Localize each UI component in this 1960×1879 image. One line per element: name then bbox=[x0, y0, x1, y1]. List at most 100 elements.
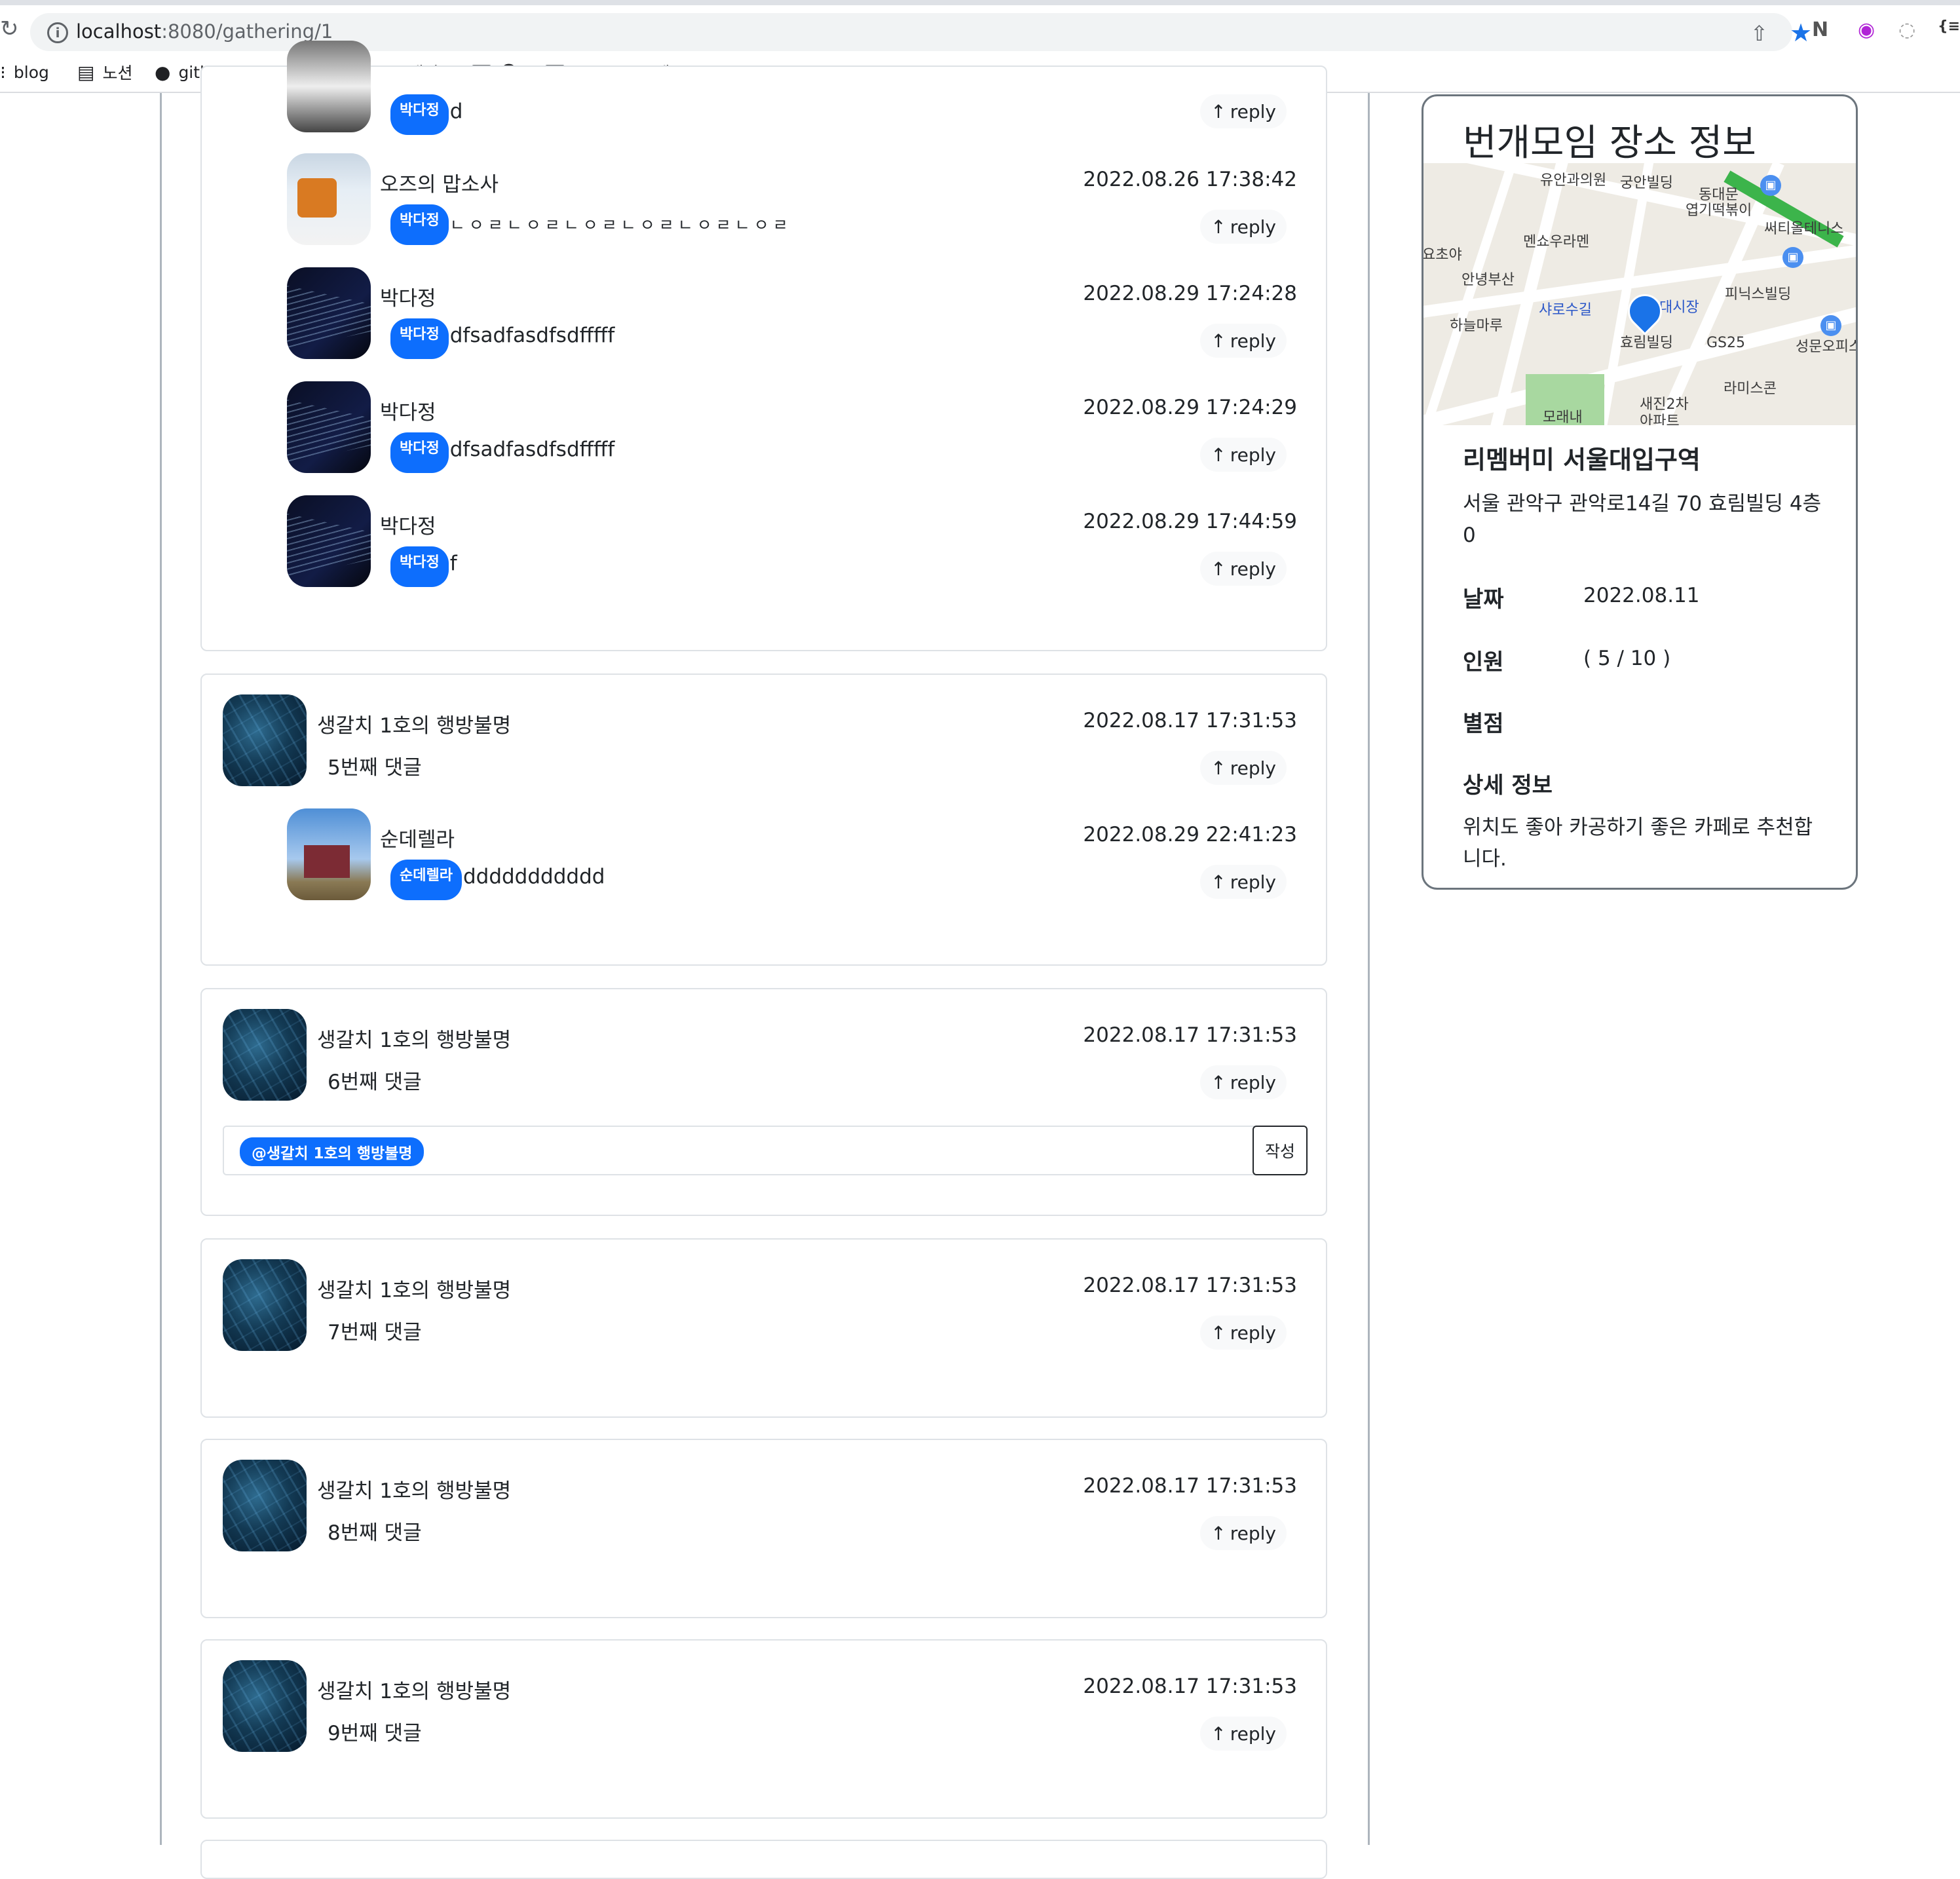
people-label: 인원 bbox=[1463, 649, 1504, 675]
bookmark-star-icon[interactable]: ★ bbox=[1790, 18, 1812, 47]
reload-icon[interactable]: ↻ bbox=[0, 16, 19, 42]
author-name: 생갈치 1호의 행방불명 bbox=[317, 1029, 512, 1052]
avatar bbox=[287, 808, 371, 900]
comment-time: 2022.08.17 17:31:53 bbox=[1083, 1675, 1297, 1698]
reply-button[interactable]: ↑ reply bbox=[1200, 1316, 1287, 1350]
author-name: 박다정 bbox=[380, 515, 436, 539]
author-name: 오즈의 맙소사 bbox=[380, 173, 499, 197]
comment-time: 2022.08.29 17:24:29 bbox=[1083, 396, 1297, 419]
site-info-icon[interactable]: i bbox=[47, 22, 68, 43]
mention-badge[interactable]: 박다정 bbox=[390, 432, 449, 473]
comment-time: 2022.08.17 17:31:53 bbox=[1083, 1474, 1297, 1498]
comment-text: 8번째 댓글 bbox=[328, 1521, 422, 1545]
comment-time: 2022.08.17 17:31:53 bbox=[1083, 709, 1297, 732]
comment-item: 생갈치 1호의 행방불명 2022.08.17 17:31:53 6번째 댓글 … bbox=[202, 1009, 1329, 1114]
people-value: ( 5 / 10 ) bbox=[1583, 647, 1671, 670]
tab-strip-edge bbox=[0, 0, 1960, 5]
mention-badge[interactable]: 박다정 bbox=[390, 204, 449, 245]
reply-button[interactable]: ↑ reply bbox=[1200, 751, 1287, 785]
bookmark-blog[interactable]: ⁝ blog bbox=[0, 59, 49, 85]
extension-purple-icon[interactable]: ◉ bbox=[1858, 18, 1875, 41]
map-label: 라미스콘 bbox=[1724, 381, 1777, 397]
map-label: GS25 bbox=[1706, 335, 1746, 351]
map-label: 안녕부산 bbox=[1461, 272, 1515, 288]
avatar bbox=[287, 495, 371, 587]
map-label: 하늘마루 bbox=[1450, 318, 1503, 334]
extension-face-icon[interactable]: ◌ bbox=[1898, 18, 1915, 41]
mention-tag[interactable]: @생갈치 1호의 행방불명 bbox=[240, 1137, 424, 1166]
comment-item: 생갈치 1호의 행방불명 2022.08.17 17:31:53 8번째 댓글 … bbox=[202, 1460, 1329, 1565]
bookmark-notion[interactable]: ▤ 노션 bbox=[77, 59, 132, 85]
apps-icon: ⁝ bbox=[0, 61, 6, 83]
mention-badge[interactable]: 순데렐라 bbox=[390, 860, 462, 900]
reply-button[interactable]: ↑ reply bbox=[1200, 1065, 1287, 1099]
reply-item: 순데렐라 2022.08.29 22:41:23 순데렐라 dddddddddd… bbox=[202, 808, 1329, 913]
reply-button[interactable]: ↑ reply bbox=[1200, 552, 1287, 586]
place-address: 서울 관악구 관악로14길 70 효림빌딩 4층 0 bbox=[1463, 492, 1822, 547]
map[interactable]: 유안과의원 궁안빌딩 동대문 엽기떡볶이 써티올테니스 멘쇼우라멘 요초야 안녕… bbox=[1423, 163, 1856, 425]
comment-text: dfsadfasdfsdfffff bbox=[449, 324, 615, 347]
comment-text: f bbox=[449, 552, 457, 575]
rating-label: 별점 bbox=[1463, 711, 1504, 737]
comment-text: dfsadfasdfsdfffff bbox=[449, 438, 615, 461]
comment-card: 생갈치 1호의 행방불명 2022.08.17 17:31:53 8번째 댓글 … bbox=[200, 1439, 1327, 1618]
bus-stop-icon: ▣ bbox=[1760, 175, 1781, 196]
comment-card: 생갈치 1호의 행방불명 2022.08.17 17:31:53 5번째 댓글 … bbox=[200, 674, 1327, 966]
comment-text: d bbox=[449, 100, 463, 123]
url-text[interactable]: localhost:8080/gathering/1 bbox=[76, 20, 333, 43]
github-icon: ● bbox=[155, 61, 171, 83]
avatar bbox=[223, 694, 307, 786]
date-label: 날짜 bbox=[1463, 586, 1504, 613]
comment-time: 2022.08.29 17:44:59 bbox=[1083, 510, 1297, 533]
author-name: 순데렐라 bbox=[380, 828, 455, 852]
reply-button[interactable]: ↑ reply bbox=[1200, 438, 1287, 472]
comment-card: 박다정 d ↑ reply 오즈의 맙소사 2022.08.26 17:38:42… bbox=[200, 41, 1329, 651]
author-name: 생갈치 1호의 행방불명 bbox=[317, 1680, 512, 1703]
comment-time: 2022.08.29 17:24:28 bbox=[1083, 282, 1297, 305]
address-bar-row: ↻ i localhost:8080/gathering/1 ⇧ ★ N ◉ ◌… bbox=[0, 5, 1960, 51]
author-name: 생갈치 1호의 행방불명 bbox=[317, 714, 512, 738]
reply-item: 오즈의 맙소사 2022.08.26 17:38:42 박다정 ㄴㅇㄹㄴㅇㄹㄴㅇ… bbox=[202, 153, 1329, 258]
submit-reply-button[interactable]: 작성 bbox=[1253, 1126, 1308, 1175]
extension-braces-icon[interactable]: {≡} bbox=[1938, 18, 1960, 35]
mention-badge[interactable]: 박다정 bbox=[390, 546, 449, 587]
map-label: 샤로수길 bbox=[1539, 302, 1592, 318]
avatar bbox=[223, 1460, 307, 1551]
comment-text: 6번째 댓글 bbox=[328, 1071, 422, 1094]
map-label: 엽기떡볶이 bbox=[1686, 202, 1752, 219]
map-label: 써티올테니스 bbox=[1764, 221, 1844, 237]
author-name: 박다정 bbox=[380, 287, 436, 311]
mention-badge[interactable]: 박다정 bbox=[390, 94, 449, 135]
bus-stop-icon: ▣ bbox=[1782, 247, 1803, 268]
reply-button[interactable]: ↑ reply bbox=[1200, 324, 1287, 358]
reply-button[interactable]: ↑ reply bbox=[1200, 1717, 1287, 1751]
reply-input[interactable]: @생갈치 1호의 행방불명 작성 bbox=[223, 1126, 1308, 1175]
place-name: 리멤버미 서울대입구역 bbox=[1463, 446, 1701, 474]
reply-button[interactable]: ↑ reply bbox=[1200, 94, 1287, 128]
extension-n-icon[interactable]: N bbox=[1812, 18, 1828, 41]
reply-arrow-icon: ↑ bbox=[1211, 1722, 1226, 1745]
mention-badge[interactable]: 박다정 bbox=[390, 318, 449, 359]
avatar bbox=[223, 1660, 307, 1752]
comment-text: ddddddddddd bbox=[462, 865, 605, 888]
map-label: 요초야 bbox=[1423, 247, 1462, 263]
reply-arrow-icon: ↑ bbox=[1211, 216, 1226, 238]
share-icon[interactable]: ⇧ bbox=[1750, 21, 1768, 46]
map-label: 유안과의원 bbox=[1540, 172, 1607, 189]
reply-arrow-icon: ↑ bbox=[1211, 330, 1226, 352]
avatar bbox=[287, 153, 371, 245]
map-label: 성문오피스 bbox=[1796, 339, 1856, 355]
comment-body: 박다정 ㄴㅇㄹㄴㅇㄹㄴㅇㄹㄴㅇㄹㄴㅇㄹㄴㅇㄹ bbox=[390, 204, 792, 245]
reply-button[interactable]: ↑ reply bbox=[1200, 865, 1287, 899]
author-name: 생갈치 1호의 행방불명 bbox=[317, 1279, 512, 1302]
comment-time: 2022.08.26 17:38:42 bbox=[1083, 168, 1297, 191]
detail-label: 상세 정보 bbox=[1463, 772, 1553, 799]
map-label: 아파트 bbox=[1640, 413, 1680, 425]
map-label: 효림빌딩 bbox=[1620, 335, 1673, 351]
reply-item: 박다정 2022.08.29 17:24:29 박다정 dfsadfasdfsd… bbox=[202, 381, 1329, 486]
reply-button[interactable]: ↑ reply bbox=[1200, 1516, 1287, 1550]
author-name: 생갈치 1호의 행방불명 bbox=[317, 1479, 512, 1503]
reply-button[interactable]: ↑ reply bbox=[1200, 210, 1287, 244]
place-info-card: 번개모임 장소 정보 유안과의원 궁안빌딩 동대문 엽기떡볶이 써티올테니스 멘… bbox=[1422, 94, 1858, 890]
reply-item: 박다정 2022.08.29 17:24:28 박다정 dfsadfasdfsd… bbox=[202, 267, 1329, 372]
